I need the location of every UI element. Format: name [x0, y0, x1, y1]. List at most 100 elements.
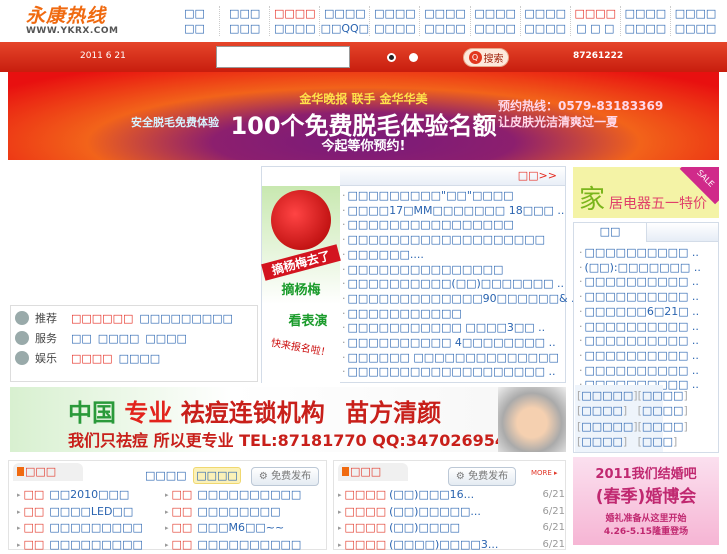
service-link[interactable]: □□□□□□ — [71, 312, 133, 325]
news-link[interactable]: □□□□□□.... — [348, 248, 424, 261]
nav-link[interactable]: □□ — [184, 7, 205, 20]
more-link[interactable]: □□>> — [518, 169, 557, 182]
nav-link[interactable]: □□□□ — [675, 7, 717, 20]
category-link[interactable]: □□□□ — [638, 420, 688, 433]
classified-category[interactable]: □□ — [172, 488, 193, 501]
latest-category[interactable]: □□□□ — [345, 521, 387, 534]
right-link[interactable]: □□□□□□□□□□ .. — [585, 290, 699, 303]
nav-link[interactable]: □□□□ — [424, 7, 466, 20]
classified-category[interactable]: □□ — [24, 505, 45, 518]
right-tab[interactable]: □□ — [574, 223, 647, 242]
news-link[interactable]: □□□□17□MM□□□□□□□ 18□□□ .. — [348, 204, 565, 217]
latest-category[interactable]: □□□□ — [345, 488, 387, 501]
right-link[interactable]: □□□□□□□□□□ .. — [585, 334, 699, 347]
news-item: □□□□□□□□□□□□□□□□□□□ .. — [342, 365, 578, 380]
right-link[interactable]: □□□□□□6□21□ .. — [585, 305, 700, 318]
news-link[interactable]: □□□□□□□□□□□ □□□□3□□ .. — [348, 321, 546, 334]
nav-link[interactable]: □□□□ — [675, 22, 717, 35]
nav-link[interactable]: □□□□ — [374, 7, 416, 20]
nav-link[interactable]: □□QQ□ — [321, 22, 370, 35]
nav-link[interactable]: □□□□ — [625, 22, 667, 35]
news-box-header: □□>> — [340, 167, 565, 186]
search-radio-1[interactable] — [387, 53, 396, 62]
category-link[interactable]: □□□□ — [577, 435, 638, 448]
category-link[interactable]: □□□□ — [577, 404, 638, 417]
latest-category[interactable]: □□□□ — [345, 505, 387, 518]
home-appliance-ad[interactable]: 家 居电器五一特价 SALE — [573, 167, 719, 218]
news-link[interactable]: □□□□□□□□□□□□□□□□□□□ — [348, 233, 545, 246]
nav-link[interactable]: □□□□ — [524, 7, 566, 20]
classified-link[interactable]: □□□□□□□□□ — [49, 521, 143, 534]
free-post-button[interactable]: ⚙ 免费发布 — [251, 467, 319, 486]
panel1-tab[interactable]: □□□ — [13, 463, 83, 481]
nav-link[interactable]: □□□□ — [274, 22, 316, 35]
panel2-tab[interactable]: □□□ — [338, 463, 408, 481]
right-link[interactable]: □□□□□□□□□□ .. — [585, 246, 699, 259]
nav-link[interactable]: □□□□ — [274, 7, 316, 20]
news-link[interactable]: □□□□□□ □□□□□□□□□□□□□□ — [348, 351, 559, 364]
news-link[interactable]: □□□□□□□□□"□□"□□□□ — [348, 189, 514, 202]
site-logo[interactable]: 永康热线 WWW.YKRX.COM — [26, 6, 136, 40]
news-item: □□□□□□□□□□□□□□□□ — [342, 218, 578, 233]
nav-link[interactable]: □□□□ — [474, 7, 516, 20]
nav-link[interactable]: □□□□ — [625, 7, 667, 20]
service-link[interactable]: □□ — [71, 332, 92, 345]
news-link[interactable]: □□□□□□□□□□□□□□□□ — [348, 218, 514, 231]
classified-category[interactable]: □□ — [172, 505, 193, 518]
search-button[interactable]: Q 搜索 — [463, 48, 509, 67]
latest-link[interactable]: (□□)□□□16... — [389, 488, 474, 501]
nav-link[interactable]: □□□ — [229, 22, 260, 35]
classified-link[interactable]: □□2010□□□ — [49, 488, 129, 501]
classified-category[interactable]: □□ — [24, 521, 45, 534]
banner-hotline: 预约热线：0579-83183369 — [498, 99, 664, 113]
panel1-tab2[interactable]: □□□□ — [145, 469, 187, 482]
news-link[interactable]: □□□□□□□□□□□ — [348, 307, 462, 320]
category-link[interactable]: □□□□□ — [577, 420, 638, 433]
classified-category[interactable]: □□ — [24, 488, 45, 501]
top-banner-ad[interactable]: 金华晚报 联手 金华华美 安全脱毛免费体验 100个免费脱毛体验名额 今起等你预… — [8, 72, 719, 160]
category-link[interactable]: □□□□ — [638, 389, 688, 402]
nav-link[interactable]: □□□ — [229, 7, 260, 20]
search-input[interactable] — [216, 46, 350, 68]
search-radio-2[interactable] — [409, 53, 418, 62]
service-link[interactable]: □□□□ — [145, 332, 187, 345]
panel1-tab3[interactable]: □□□□ — [193, 467, 241, 484]
service-link[interactable]: □□□□□□□□□ — [139, 312, 233, 325]
promo-image[interactable]: 摘杨梅去了 摘杨梅 看表演 快来报名啦！ — [261, 186, 341, 383]
classified-link[interactable]: □□□M6□□~~ — [197, 521, 284, 534]
right-link[interactable]: (□□):□□□□□□□ .. — [585, 261, 701, 274]
nav-link[interactable]: □□□□ — [424, 22, 466, 35]
right-link[interactable]: □□□□□□□□□□ .. — [585, 364, 699, 377]
category-link[interactable]: □□□□□ — [577, 389, 638, 402]
nav-link[interactable]: □□□□ — [324, 7, 366, 20]
service-link[interactable]: □□□□ — [119, 352, 161, 365]
more-link-2[interactable]: MORE ▸ — [531, 469, 558, 477]
acne-clinic-banner[interactable]: 中国 专业 祛痘连锁机构 苗方清颜 我们只祛痘 所以更专业 TEL:871817… — [10, 387, 566, 452]
nav-link[interactable]: □ □ □ — [576, 22, 614, 35]
right-link[interactable]: □□□□□□□□□□ .. — [585, 275, 699, 288]
news-link[interactable]: □□□□□□□□□□ 4□□□□□□□□ .. — [348, 336, 556, 349]
classified-link[interactable]: □□□□□□□□□□ — [197, 488, 301, 501]
service-link[interactable]: □□□□ — [98, 332, 140, 345]
category-link[interactable]: □□□ — [638, 435, 688, 448]
nav-link[interactable]: □□□□ — [524, 22, 566, 35]
nav-link[interactable]: □□□□ — [575, 7, 617, 20]
nav-link[interactable]: □□□□ — [474, 22, 516, 35]
news-link[interactable]: □□□□□□□□□□□□□□□□□□□ .. — [348, 365, 556, 378]
nav-link[interactable]: □□ — [184, 22, 205, 35]
news-link[interactable]: □□□□□□□□□□(□□)□□□□□□□ .. — [348, 277, 565, 290]
nav-link[interactable]: □□□□ — [374, 22, 416, 35]
classified-link[interactable]: □□□□□□□□ — [197, 505, 280, 518]
classified-category[interactable]: □□ — [172, 521, 193, 534]
free-post-button-2[interactable]: ⚙ 免费发布 — [448, 467, 516, 486]
latest-link[interactable]: (□□)□□□□□... — [389, 505, 481, 518]
latest-link[interactable]: (□□)□□□□ — [389, 521, 460, 534]
news-link[interactable]: □□□□□□□□□□□□□90□□□□□□& .. — [348, 292, 579, 305]
classified-link[interactable]: □□□□LED□□ — [49, 505, 133, 518]
news-link[interactable]: □□□□□□□□□□□□□□□ — [348, 263, 504, 276]
right-link[interactable]: □□□□□□□□□□ .. — [585, 320, 699, 333]
service-link[interactable]: □□□□ — [71, 352, 113, 365]
category-link[interactable]: □□□□ — [638, 404, 688, 417]
right-link[interactable]: □□□□□□□□□□ .. — [585, 349, 699, 362]
wedding-expo-ad[interactable]: 2011我们结婚吧 (春季)婚博会 婚礼准备从这里开始 4.26-5.15隆重登… — [573, 457, 719, 545]
